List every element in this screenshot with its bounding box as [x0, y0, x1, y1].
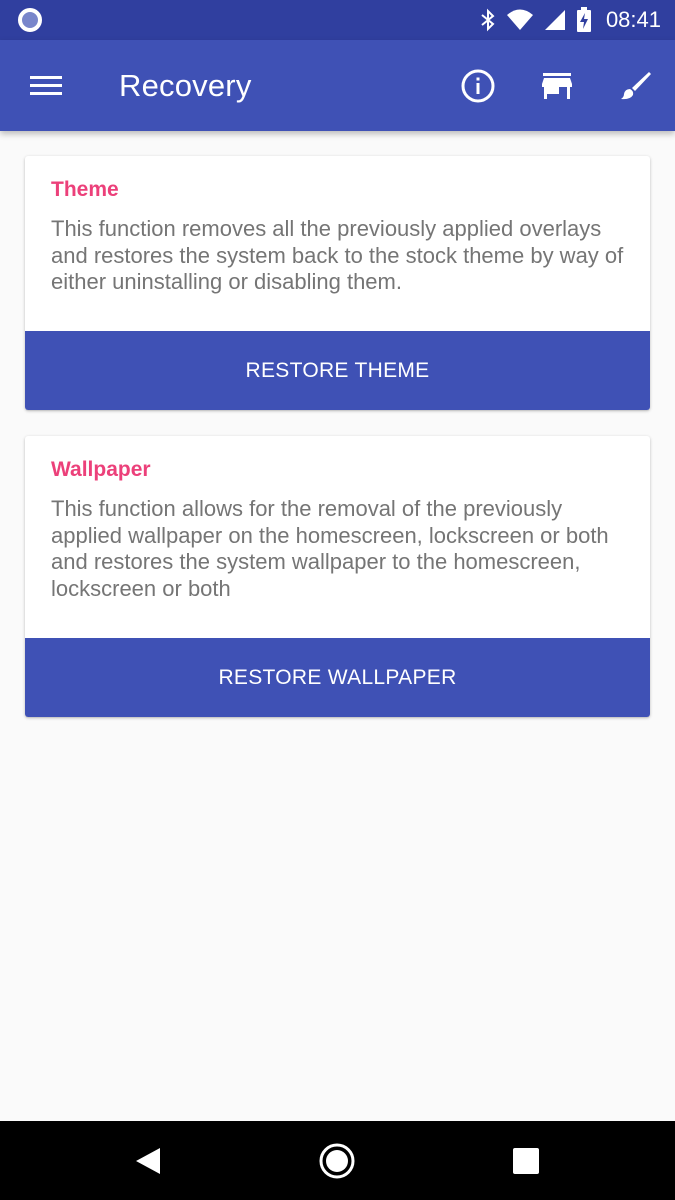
status-icons: 08:41: [480, 0, 661, 40]
card-title: Wallpaper: [51, 458, 151, 481]
info-icon: [461, 69, 495, 103]
back-button[interactable]: [126, 1139, 170, 1183]
home-icon: [319, 1143, 355, 1179]
app-bar: Recovery: [0, 40, 675, 131]
cell-signal-icon: [544, 8, 566, 32]
card-description: This function allows for the removal of …: [51, 496, 609, 601]
store-icon: [542, 73, 572, 99]
status-bar: 08:41: [0, 0, 675, 40]
status-time: 08:41: [605, 7, 661, 32]
info-button[interactable]: [456, 64, 500, 108]
recents-icon: [513, 1148, 539, 1174]
back-icon: [136, 1148, 160, 1174]
navigation-bar: [0, 1121, 675, 1200]
card-description: This function removes all the previously…: [51, 216, 624, 294]
restore-wallpaper-button[interactable]: RESTORE WALLPAPER: [25, 638, 650, 717]
wallpaper-card: Wallpaper This function allows for the r…: [25, 436, 650, 717]
store-button[interactable]: [535, 64, 579, 108]
page-title: Recovery: [119, 68, 252, 103]
battery-charging-icon: [576, 7, 592, 33]
card-title: Theme: [51, 178, 119, 201]
app-indicator-icon: [18, 8, 42, 32]
wifi-icon: [506, 8, 534, 32]
home-button[interactable]: [315, 1139, 359, 1183]
menu-button[interactable]: [22, 64, 70, 108]
restore-theme-button[interactable]: RESTORE THEME: [25, 331, 650, 410]
bluetooth-icon: [480, 8, 496, 32]
recents-button[interactable]: [504, 1139, 548, 1183]
brush-button[interactable]: [613, 64, 657, 108]
theme-card: Theme This function removes all the prev…: [25, 156, 650, 410]
brush-icon: [621, 72, 651, 100]
menu-icon: [30, 76, 62, 95]
